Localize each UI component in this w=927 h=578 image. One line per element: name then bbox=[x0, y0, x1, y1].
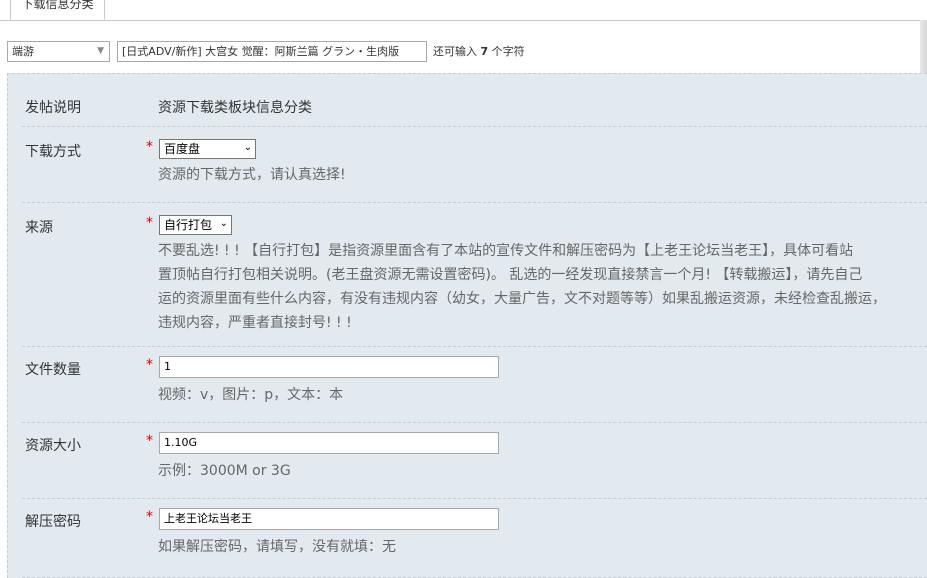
source-help-line: 违规内容，严重者直接封号! ! ! bbox=[158, 315, 352, 331]
char-count-prefix: 还可输入 bbox=[433, 45, 477, 58]
thread-type-select[interactable]: 端游 ▼ bbox=[7, 41, 110, 62]
source-select[interactable]: 自行打包 ⌄ bbox=[159, 215, 232, 235]
required-mark: * bbox=[146, 215, 153, 231]
form-row-post-info: 发帖说明 资源下载类板块信息分类 bbox=[22, 74, 927, 127]
required-mark: * bbox=[146, 509, 153, 525]
unzip-password-help: 如果解压密码，请填写，没有就填：无 bbox=[158, 539, 396, 555]
tab-bar: 下载信息分类 bbox=[0, 0, 927, 21]
download-method-select[interactable]: 百度盘 ⌄ bbox=[159, 139, 256, 159]
source-help-line: 运的资源里面有些什么内容，有没有违规内容（幼女，大量广告，文不对题等等）如果乱搬… bbox=[158, 291, 886, 307]
char-count-hint: 还可输入 7 个字符 bbox=[433, 41, 525, 62]
source-selected: 自行打包 bbox=[164, 218, 213, 232]
form-row-source: 来源 * 自行打包 ⌄ 不要乱选! ! ! 【自行打包】是指资源里面含有了本站的… bbox=[22, 203, 927, 347]
thread-type-value: 端游 bbox=[12, 45, 34, 58]
resource-size-help: 示例：3000M or 3G bbox=[158, 463, 291, 479]
post-info-label: 发帖说明 bbox=[25, 100, 81, 116]
form-row-resource-size: 资源大小 * 1.10G 示例：3000M or 3G bbox=[22, 423, 927, 499]
chevron-down-icon: ⌄ bbox=[219, 218, 228, 229]
char-count-suffix: 个字符 bbox=[491, 45, 525, 58]
form-row-download-method: 下载方式 * 百度盘 ⌄ 资源的下载方式，请认真选择! bbox=[22, 127, 927, 203]
unzip-password-input[interactable]: 上老王论坛当老王 bbox=[159, 508, 499, 530]
download-method-selected: 百度盘 bbox=[164, 142, 201, 156]
download-method-help: 资源的下载方式，请认真选择! bbox=[158, 167, 346, 183]
download-method-label: 下载方式 bbox=[25, 144, 81, 160]
category-form-panel: 发帖说明 资源下载类板块信息分类 下载方式 * 百度盘 ⌄ 资源的下载方式，请认… bbox=[7, 73, 927, 578]
required-mark: * bbox=[146, 357, 153, 373]
file-count-help: 视频：v，图片：p，文本：本 bbox=[158, 387, 344, 403]
tab-download-info[interactable]: 下载信息分类 bbox=[10, 0, 105, 20]
chevron-down-icon: ▼ bbox=[97, 46, 104, 56]
form-row-file-count: 文件数量 * 1 视频：v，图片：p，文本：本 bbox=[22, 347, 927, 423]
file-count-label: 文件数量 bbox=[25, 362, 81, 378]
file-count-input[interactable]: 1 bbox=[159, 356, 499, 378]
form-row-unzip-password: 解压密码 * 上老王论坛当老王 如果解压密码，请填写，没有就填：无 bbox=[22, 499, 927, 578]
required-mark: * bbox=[146, 139, 153, 155]
unzip-password-label: 解压密码 bbox=[25, 514, 81, 530]
post-info-value: 资源下载类板块信息分类 bbox=[158, 100, 312, 116]
source-help-line: 不要乱选! ! ! 【自行打包】是指资源里面含有了本站的宣传文件和解压密码为【上… bbox=[158, 243, 854, 259]
resource-size-input[interactable]: 1.10G bbox=[159, 432, 499, 454]
chevron-down-icon: ⌄ bbox=[243, 142, 252, 153]
source-help-line: 置顶帖自行打包相关说明。(老王盘资源无需设置密码)。 乱选的一经发现直接禁言一个… bbox=[158, 267, 863, 283]
source-label: 来源 bbox=[25, 220, 53, 236]
required-mark: * bbox=[146, 433, 153, 449]
subject-title-input[interactable]: [日式ADV/新作] 大宫女 觉醒：阿斯兰篇 グラン・生肉版 bbox=[117, 41, 427, 62]
char-count-number: 7 bbox=[480, 45, 489, 58]
resource-size-label: 资源大小 bbox=[25, 438, 81, 454]
